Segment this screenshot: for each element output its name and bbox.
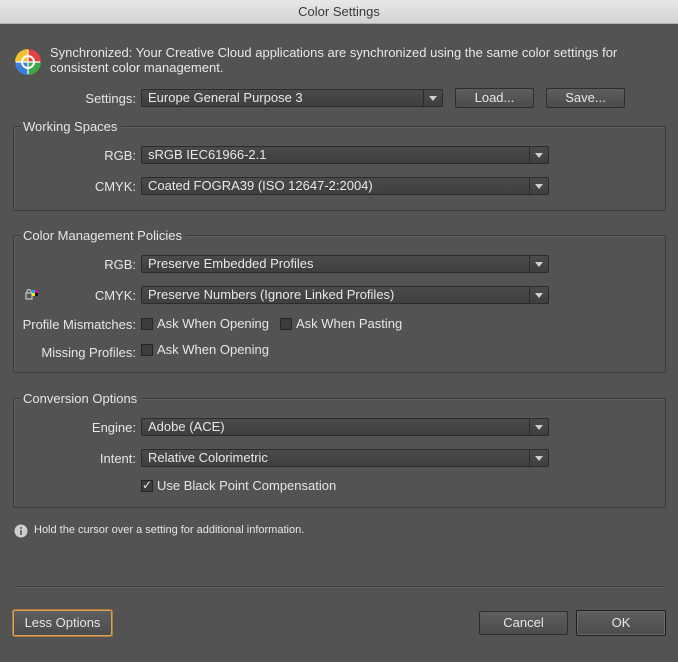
ws-cmyk-select[interactable]: Coated FOGRA39 (ISO 12647-2:2004): [141, 177, 549, 195]
working-spaces-group: [13, 126, 666, 211]
color-settings-dialog: Synchronized: Your Creative Cloud applic…: [0, 24, 678, 662]
mismatch-opening-checkbox[interactable]: [141, 318, 153, 330]
engine-select[interactable]: Adobe (ACE): [141, 418, 549, 436]
pol-cmyk-value: Preserve Numbers (Ignore Linked Profiles…: [148, 287, 395, 302]
chevron-down-icon: [529, 287, 548, 303]
save-button[interactable]: Save...: [546, 88, 625, 108]
intent-value: Relative Colorimetric: [148, 450, 268, 465]
pol-rgb-select[interactable]: Preserve Embedded Profiles: [141, 255, 549, 273]
intent-label: Intent:: [99, 451, 136, 466]
engine-value: Adobe (ACE): [148, 419, 225, 434]
ws-rgb-label: RGB:: [104, 148, 136, 163]
pol-cmyk-label: CMYK:: [94, 288, 136, 303]
pol-rgb-label: RGB:: [104, 257, 136, 272]
ws-rgb-value: sRGB IEC61966-2.1: [148, 147, 267, 162]
chevron-down-icon: [529, 147, 548, 163]
mismatch-pasting-label: Ask When Pasting: [296, 316, 403, 331]
mismatch-pasting-checkbox[interactable]: [280, 318, 292, 330]
cancel-button[interactable]: Cancel: [479, 611, 568, 635]
chevron-down-icon: [529, 419, 548, 435]
checkmark-icon: ✓: [142, 478, 153, 492]
pol-rgb-value: Preserve Embedded Profiles: [148, 256, 314, 271]
settings-select[interactable]: Europe General Purpose 3: [141, 89, 443, 107]
color-wheel-icon: [15, 49, 41, 75]
missing-opening-checkbox[interactable]: [141, 344, 153, 356]
sync-status-text: Synchronized: Your Creative Cloud applic…: [50, 45, 618, 75]
ok-button[interactable]: OK: [576, 610, 666, 636]
ws-cmyk-label: CMYK:: [94, 179, 136, 194]
chevron-down-icon: [529, 450, 548, 466]
policies-title: Color Management Policies: [21, 228, 186, 244]
ws-cmyk-value: Coated FOGRA39 (ISO 12647-2:2004): [148, 178, 373, 193]
chevron-down-icon: [529, 256, 548, 272]
black-point-label: Use Black Point Compensation: [157, 478, 337, 493]
engine-label: Engine:: [91, 420, 136, 435]
less-options-button[interactable]: Less Options: [13, 610, 112, 636]
missing-opening-label: Ask When Opening: [157, 342, 270, 357]
chevron-down-icon: [529, 178, 548, 194]
footer-divider: [14, 586, 666, 588]
load-button[interactable]: Load...: [455, 88, 534, 108]
chevron-down-icon: [423, 90, 442, 106]
settings-label: Settings:: [85, 91, 136, 106]
missing-profiles-label: Missing Profiles:: [41, 345, 136, 360]
lock-cmyk-icon: [25, 289, 38, 300]
conversion-title: Conversion Options: [21, 391, 142, 407]
settings-value: Europe General Purpose 3: [148, 90, 303, 105]
window-title: Color Settings: [0, 0, 678, 24]
profile-mismatches-label: Profile Mismatches:: [22, 317, 136, 332]
black-point-checkbox[interactable]: ✓: [141, 478, 153, 492]
ws-rgb-select[interactable]: sRGB IEC61966-2.1: [141, 146, 549, 164]
working-spaces-title: Working Spaces: [21, 119, 122, 135]
mismatch-opening-label: Ask When Opening: [157, 316, 270, 331]
info-text: Hold the cursor over a setting for addit…: [34, 524, 305, 536]
info-icon: [14, 524, 28, 538]
pol-cmyk-select[interactable]: Preserve Numbers (Ignore Linked Profiles…: [141, 286, 549, 304]
intent-select[interactable]: Relative Colorimetric: [141, 449, 549, 467]
